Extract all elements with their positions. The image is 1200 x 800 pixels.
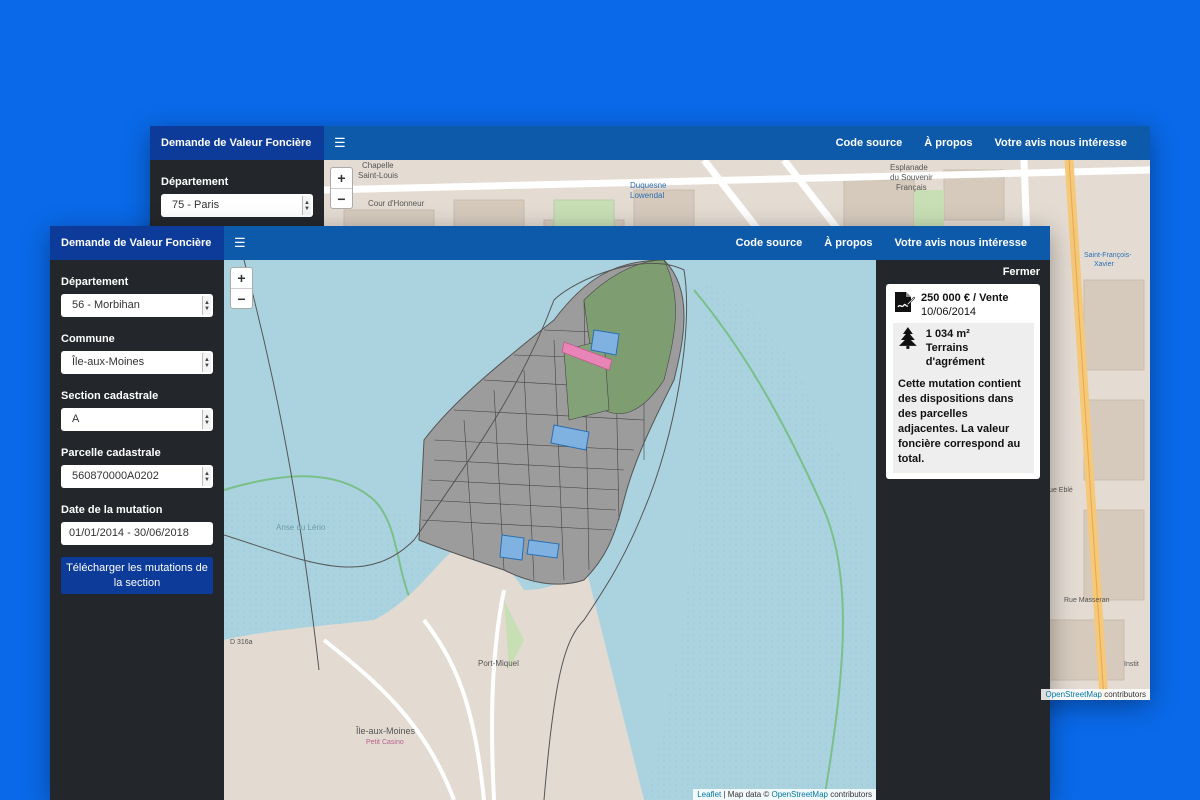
date-range-input[interactable]: 01/01/2014 - 30/06/2018	[61, 522, 213, 545]
zoom-control: + −	[330, 167, 353, 209]
map-label-saint-francois: Saint-François-	[1084, 252, 1132, 259]
sale-row: 250 000 € / Vente 10/06/2014	[893, 291, 1034, 319]
attribution-suffix: contributors	[1104, 690, 1146, 699]
map-label-lowendal: Lowendal	[630, 191, 664, 200]
signature-document-icon	[895, 292, 915, 312]
mutation-price: 250 000 € / Vente	[921, 292, 1009, 304]
leaflet-link[interactable]: Leaflet	[697, 790, 721, 799]
nav-links: Code source À propos Votre avis nous int…	[825, 137, 1150, 149]
nav-link-a-propos[interactable]: À propos	[913, 137, 983, 149]
surface-row: 1 034 m² Terrains d'agrément	[898, 327, 1029, 369]
mutation-card: 250 000 € / Vente 10/06/2014 1 034 m² Te…	[886, 284, 1040, 479]
close-panel-button[interactable]: Fermer	[886, 266, 1040, 278]
map-attribution: OpenStreetMap contributors	[1041, 689, 1150, 700]
navbar: Demande de Valeur Foncière ☰ Code source…	[50, 226, 1050, 260]
nav-link-feedback[interactable]: Votre avis nous intéresse	[884, 237, 1038, 249]
commune-value: Île-aux-Moines	[72, 356, 145, 368]
map-label-road: D 316a	[230, 639, 253, 646]
map-label-anse: Anse du Lério	[276, 523, 326, 532]
section-label: Section cadastrale	[61, 390, 159, 402]
download-mutations-button[interactable]: Télécharger les mutations de la section	[61, 557, 213, 594]
map-label-institut: Instit	[1124, 661, 1139, 668]
attribution-mid: | Map data ©	[721, 790, 772, 799]
map-label-francais: Français	[896, 183, 927, 192]
map-label-esplanade: Esplanade	[890, 163, 928, 172]
mutation-nature: Terrains d'agrément	[925, 342, 985, 368]
zoom-in-button[interactable]: +	[231, 268, 252, 288]
departement-label: Département	[161, 176, 229, 188]
map-label-chapelle: Chapelle	[362, 161, 394, 170]
attribution-suffix: contributors	[827, 790, 872, 799]
commune-select[interactable]: Île-aux-Moines ▲ ▼	[61, 351, 213, 374]
hamburger-icon[interactable]: ☰	[234, 235, 246, 251]
commune-label: Commune	[61, 333, 115, 345]
zoom-in-button[interactable]: +	[331, 168, 352, 188]
osm-link[interactable]: OpenStreetMap	[1045, 690, 1101, 699]
departement-label: Département	[61, 276, 129, 288]
departement-value: 75 - Paris	[172, 199, 220, 211]
app-window: Demande de Valeur Foncière ☰ Code source…	[50, 226, 1050, 800]
osm-link[interactable]: OpenStreetMap	[771, 790, 827, 799]
zoom-out-button[interactable]: −	[231, 288, 252, 308]
map-label-port-miquel: Port-Miquel	[478, 659, 519, 668]
hamburger-icon[interactable]: ☰	[334, 135, 346, 151]
section-value: A	[72, 413, 80, 425]
navbar: Demande de Valeur Foncière ☰ Code source…	[150, 126, 1150, 160]
parcelle-select[interactable]: 560870000A0202 ▲ ▼	[61, 465, 213, 488]
brand-title[interactable]: Demande de Valeur Foncière	[50, 226, 224, 260]
departement-value: 56 - Morbihan	[72, 299, 140, 311]
parcelle-label: Parcelle cadastrale	[61, 447, 161, 459]
chevron-down-icon: ▲ ▼	[202, 296, 211, 315]
map-label-duquesne: Duquesne	[630, 181, 667, 190]
nav-links: Code source À propos Votre avis nous int…	[725, 237, 1050, 249]
map-label-cour: Cour d'Honneur	[368, 199, 425, 208]
nav-link-code-source[interactable]: Code source	[825, 137, 914, 149]
section-select[interactable]: A ▲ ▼	[61, 408, 213, 431]
map-canvas: Anse du Lério Port-Miquel Île-aux-Moines…	[224, 260, 876, 800]
map-label-saint-louis: Saint-Louis	[358, 171, 398, 180]
map-attribution: Leaflet | Map data © OpenStreetMap contr…	[693, 789, 876, 800]
zoom-control: + −	[230, 267, 253, 309]
mutation-note: Cette mutation contient des dispositions…	[898, 378, 1021, 465]
brand-title[interactable]: Demande de Valeur Foncière	[150, 126, 324, 160]
map-label-petit-casino: Petit Casino	[366, 739, 404, 746]
mutation-details: 1 034 m² Terrains d'agrément Cette mutat…	[893, 323, 1034, 473]
parcelle-value: 560870000A0202	[72, 470, 159, 482]
map-label-souvenir: du Souvenir	[890, 173, 933, 182]
map-label-ile-aux-moines: Île-aux-Moines	[355, 726, 416, 736]
chevron-down-icon: ▲ ▼	[202, 410, 211, 429]
sidebar: Département 56 - Morbihan ▲ ▼ Commune Île…	[50, 260, 224, 800]
departement-select[interactable]: 75 - Paris ▲ ▼	[161, 194, 313, 217]
zoom-out-button[interactable]: −	[331, 188, 352, 208]
mutation-info-panel: Fermer 250 000 € / Vente 10/06/2014 1 03…	[876, 260, 1050, 800]
mutation-date: 10/06/2014	[921, 306, 977, 318]
chevron-down-icon: ▲ ▼	[302, 196, 311, 215]
chevron-down-icon: ▲ ▼	[202, 467, 211, 486]
map-label-xavier: Xavier	[1094, 261, 1115, 268]
map-ile-aux-moines[interactable]: Anse du Lério Port-Miquel Île-aux-Moines…	[224, 260, 876, 800]
nav-link-a-propos[interactable]: À propos	[813, 237, 883, 249]
nav-link-code-source[interactable]: Code source	[725, 237, 814, 249]
map-label-rue-masseran: Rue Masseran	[1064, 597, 1110, 604]
nav-link-feedback[interactable]: Votre avis nous intéresse	[984, 137, 1138, 149]
tree-icon	[898, 327, 917, 349]
mutation-surface: 1 034 m²	[925, 328, 970, 340]
departement-select[interactable]: 56 - Morbihan ▲ ▼	[61, 294, 213, 317]
chevron-down-icon: ▲ ▼	[202, 353, 211, 372]
date-label: Date de la mutation	[61, 504, 163, 516]
